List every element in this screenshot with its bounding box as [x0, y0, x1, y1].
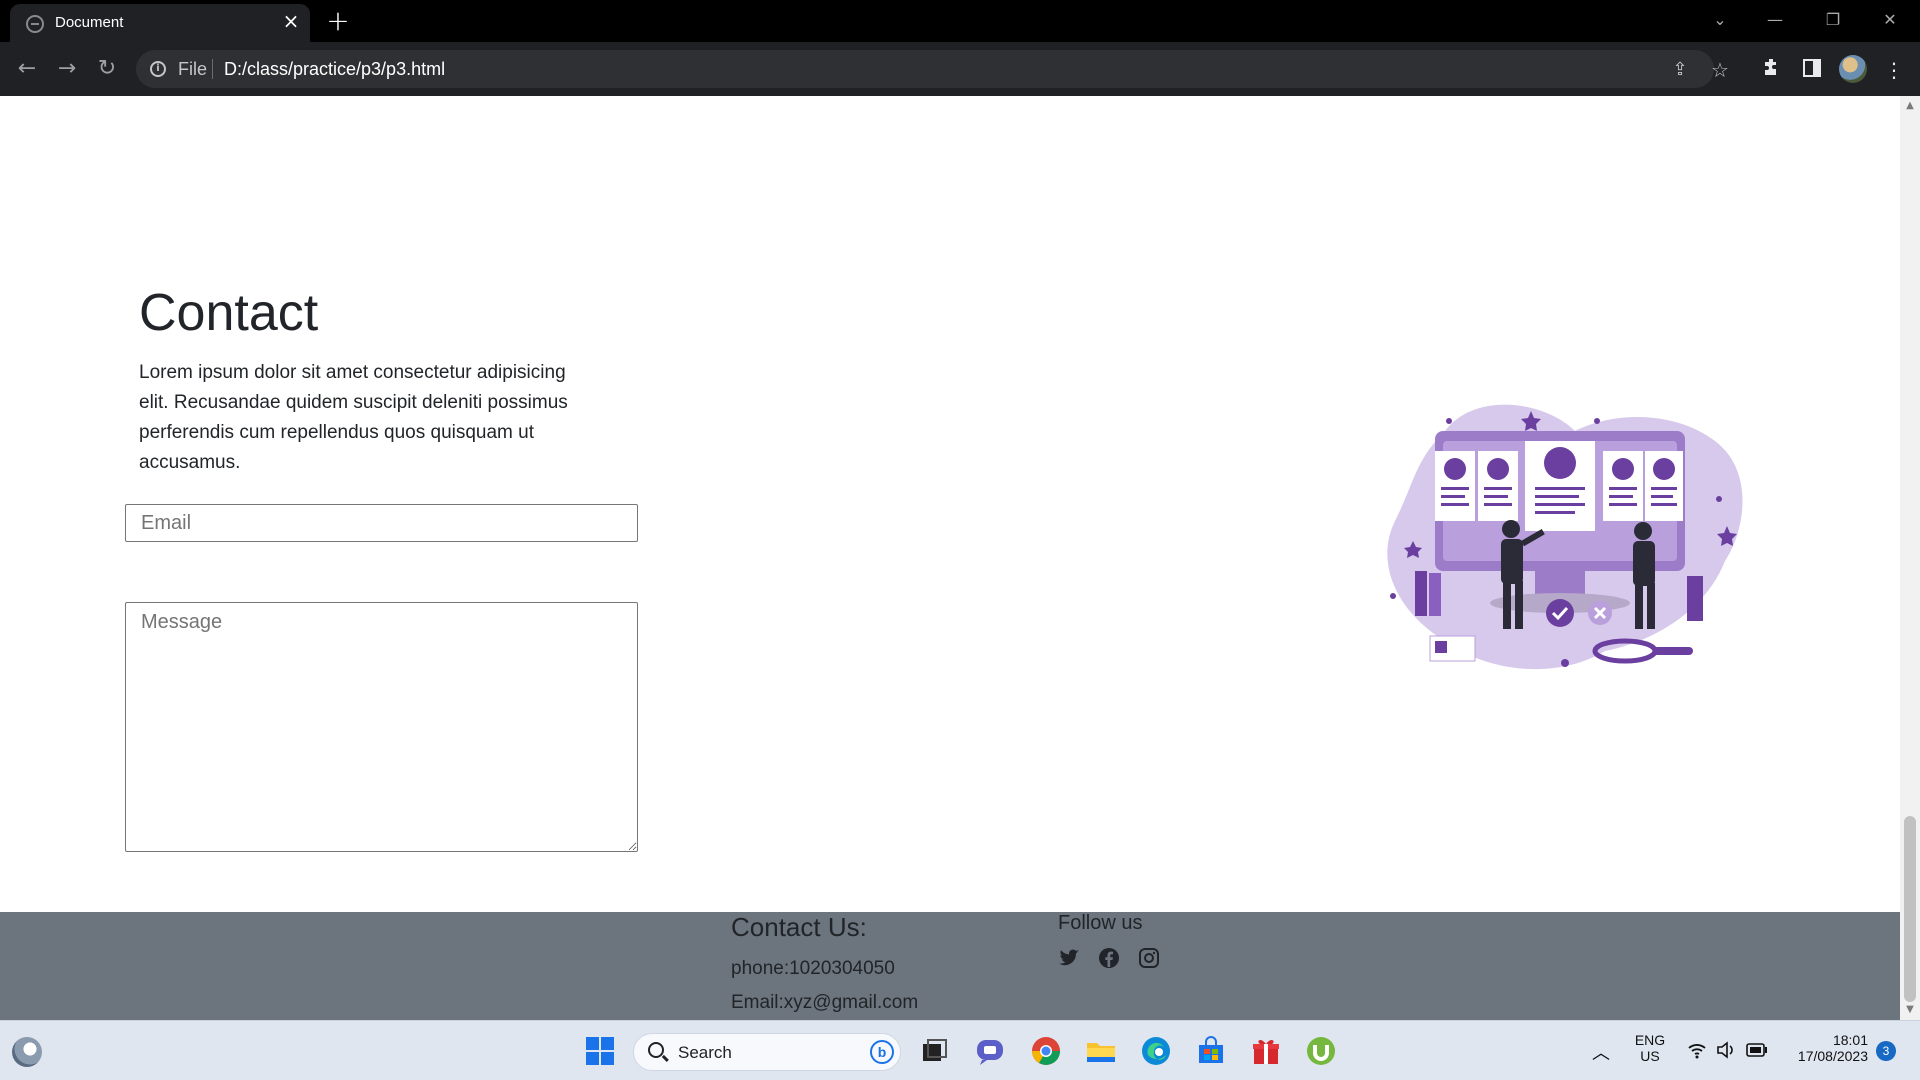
browser-toolbar: ← → ↻ i File D:/class/practice/p3/p3.htm…: [0, 42, 1920, 96]
contact-heading: Contact: [139, 284, 319, 342]
scroll-up-arrow-icon[interactable]: ▲: [1904, 100, 1916, 112]
page-content: Contact Lorem ipsum dolor sit amet conse…: [0, 96, 1900, 1020]
page-scrollbar[interactable]: ▲ ▼: [1900, 96, 1920, 1020]
tab-search-icon[interactable]: ⌄: [1700, 6, 1740, 34]
language-code: ENG: [1634, 1032, 1666, 1048]
tab-title: Document: [55, 14, 124, 31]
taskbar-search[interactable]: Search b: [633, 1033, 901, 1071]
clock[interactable]: 18:01 17/08/2023: [1782, 1032, 1868, 1064]
info-icon[interactable]: i: [150, 61, 166, 77]
teams-chat-icon[interactable]: [974, 1035, 1006, 1067]
menu-kebab-icon[interactable]: ⋮: [1880, 56, 1908, 84]
page-footer: Contact Us: phone:1020304050 Email:xyz@g…: [0, 912, 1900, 1020]
url-text[interactable]: D:/class/practice/p3/p3.html: [224, 59, 445, 80]
side-panel-icon[interactable]: [1798, 56, 1826, 84]
task-view-icon[interactable]: [918, 1035, 950, 1067]
notification-badge[interactable]: 3: [1876, 1041, 1896, 1061]
share-icon[interactable]: ⇪: [1668, 58, 1692, 82]
search-icon: [648, 1042, 664, 1058]
contact-description: Lorem ipsum dolor sit amet consectetur a…: [139, 362, 568, 473]
url-scheme: File: [178, 59, 208, 79]
back-button[interactable]: ←: [12, 54, 42, 84]
twitter-icon[interactable]: [1057, 946, 1081, 970]
windows-start-icon[interactable]: [584, 1035, 616, 1067]
battery-icon[interactable]: [1746, 1043, 1768, 1057]
forward-button[interactable]: →: [52, 54, 82, 84]
region-code: US: [1640, 1048, 1660, 1064]
utorrent-icon[interactable]: [1305, 1035, 1337, 1067]
globe-icon: [26, 15, 44, 33]
url-divider: [212, 59, 213, 79]
clock-time: 18:01: [1832, 1032, 1868, 1048]
weather-widget-icon[interactable]: [12, 1037, 42, 1067]
extensions-icon[interactable]: [1758, 56, 1786, 84]
follow-us-heading: Follow us: [1058, 912, 1143, 934]
footer-phone: phone:1020304050: [731, 958, 895, 979]
facebook-icon[interactable]: [1097, 946, 1121, 970]
close-window-button[interactable]: ✕: [1870, 6, 1910, 34]
close-tab-icon[interactable]: ×: [280, 10, 302, 32]
minimize-button[interactable]: —: [1755, 6, 1795, 34]
address-bar[interactable]: i File D:/class/practice/p3/p3.html ⇪ ☆: [136, 50, 1729, 88]
microsoft-store-icon[interactable]: [1195, 1035, 1227, 1067]
language-indicator[interactable]: ENG US: [1630, 1032, 1670, 1064]
footer-contact-heading: Contact Us:: [731, 912, 867, 942]
browser-tab-strip: Document × + ⌄ — ❐ ✕: [0, 0, 1920, 42]
chrome-icon[interactable]: [1030, 1035, 1062, 1067]
gift-app-icon[interactable]: [1250, 1035, 1282, 1067]
bing-icon[interactable]: b: [870, 1040, 894, 1064]
bookmark-star-icon[interactable]: ☆: [1708, 58, 1732, 82]
message-field[interactable]: [125, 602, 638, 852]
footer-email: Email:xyz@gmail.com: [731, 992, 919, 1013]
email-field[interactable]: [125, 504, 638, 542]
tab-document[interactable]: Document ×: [10, 4, 310, 42]
profile-avatar[interactable]: [1839, 55, 1867, 83]
recruitment-illustration: [1387, 404, 1743, 670]
windows-taskbar: Search b ︿ ENG US 18:01 17/08/2023 3: [0, 1020, 1920, 1080]
wifi-icon[interactable]: [1687, 1041, 1707, 1059]
search-label: Search: [678, 1043, 732, 1062]
scroll-thumb[interactable]: [1904, 816, 1916, 1002]
restore-button[interactable]: ❐: [1813, 6, 1853, 34]
volume-icon[interactable]: [1716, 1041, 1736, 1059]
clock-date: 17/08/2023: [1797, 1048, 1868, 1064]
instagram-icon[interactable]: [1137, 946, 1161, 970]
new-tab-button[interactable]: +: [325, 6, 351, 36]
show-hidden-icons-chevron-icon[interactable]: ︿: [1592, 1039, 1610, 1065]
file-explorer-icon[interactable]: [1085, 1035, 1117, 1067]
reload-button[interactable]: ↻: [92, 54, 122, 84]
edge-icon[interactable]: [1140, 1035, 1172, 1067]
scroll-down-arrow-icon[interactable]: ▼: [1904, 1004, 1916, 1016]
